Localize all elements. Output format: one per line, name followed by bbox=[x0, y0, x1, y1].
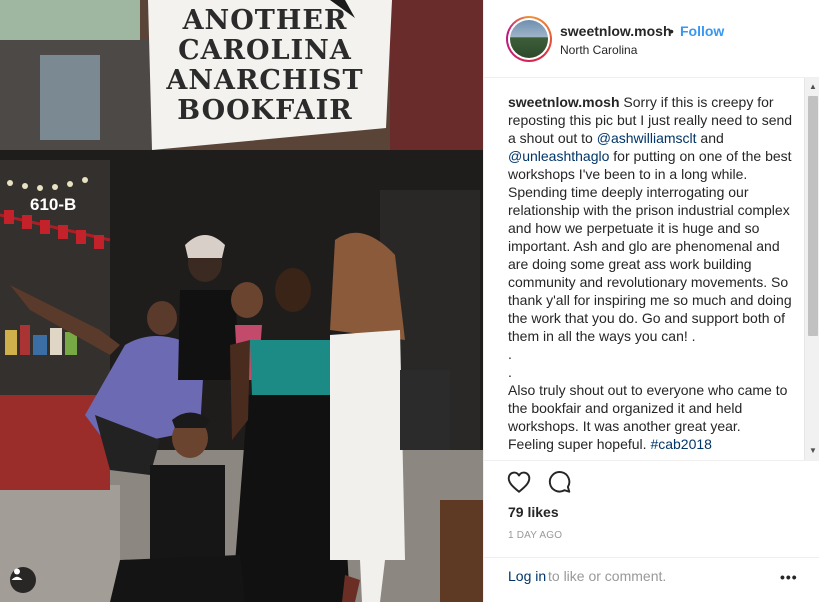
login-prompt-text: to like or comment. bbox=[548, 568, 667, 584]
avatar[interactable] bbox=[506, 16, 552, 62]
caption-username[interactable]: sweetnlow.mosh bbox=[508, 94, 620, 110]
banner-line: ANARCHIST bbox=[166, 65, 364, 96]
bookfair-banner: ANOTHER CAROLINA ANARCHIST BOOKFAIR bbox=[160, 6, 370, 126]
caption-text: Feeling super hopeful. bbox=[508, 436, 651, 452]
heart-icon bbox=[507, 471, 531, 493]
post-caption: sweetnlow.mosh Sorry if this is creepy f… bbox=[508, 93, 796, 453]
likes-count[interactable]: 79 likes bbox=[508, 504, 559, 520]
caption-dot: . bbox=[508, 346, 512, 362]
person-tag-icon bbox=[11, 568, 23, 580]
caption-text: Also truly shout out to everyone who cam… bbox=[508, 382, 788, 434]
login-prompt: Log in to like or comment. ••• bbox=[484, 557, 819, 601]
post-actions: 79 likes 1 DAY AGO Log in to like or com… bbox=[484, 460, 819, 600]
avatar-frame bbox=[508, 18, 550, 60]
caption-text: and bbox=[696, 130, 724, 146]
comments-scrollbar[interactable]: ▲ ▼ bbox=[804, 78, 819, 460]
post-photo[interactable]: ANOTHER CAROLINA ANARCHIST BOOKFAIR 610-… bbox=[0, 0, 483, 602]
follow-button[interactable]: Follow bbox=[680, 23, 724, 39]
hashtag-link[interactable]: #cab2018 bbox=[650, 436, 712, 452]
banner-line: CAROLINA bbox=[178, 35, 352, 66]
post-header: sweetnlow.mosh • Follow North Carolina bbox=[484, 0, 819, 78]
user-tags-button[interactable] bbox=[10, 567, 36, 593]
banner-line: BOOKFAIR bbox=[177, 95, 353, 126]
location-link[interactable]: North Carolina bbox=[560, 43, 637, 57]
separator-dot: • bbox=[669, 23, 674, 39]
scroll-thumb[interactable] bbox=[808, 96, 818, 336]
caption-dot: . bbox=[508, 364, 512, 380]
address-sign: 610-B bbox=[30, 195, 77, 214]
post-timestamp[interactable]: 1 DAY AGO bbox=[508, 530, 562, 541]
like-button[interactable] bbox=[506, 469, 534, 497]
comments-area[interactable]: sweetnlow.mosh Sorry if this is creepy f… bbox=[484, 78, 819, 460]
post-side-panel: sweetnlow.mosh • Follow North Carolina s… bbox=[483, 0, 819, 602]
more-options-icon[interactable]: ••• bbox=[780, 570, 798, 584]
caption-text: for putting on one of the best workshops… bbox=[508, 148, 792, 344]
mention-link[interactable]: @unleashthaglo bbox=[508, 148, 609, 164]
scroll-up-arrow-icon[interactable]: ▲ bbox=[808, 82, 818, 92]
mention-link[interactable]: @ashwilliamsclt bbox=[597, 130, 697, 146]
comment-button[interactable] bbox=[546, 469, 574, 497]
login-link[interactable]: Log in bbox=[508, 568, 546, 584]
banner-line: ANOTHER bbox=[182, 5, 348, 36]
comment-bubble-icon bbox=[548, 471, 571, 493]
avatar-image bbox=[510, 20, 548, 58]
scroll-down-arrow-icon[interactable]: ▼ bbox=[808, 446, 818, 456]
header-username[interactable]: sweetnlow.mosh bbox=[560, 23, 672, 39]
